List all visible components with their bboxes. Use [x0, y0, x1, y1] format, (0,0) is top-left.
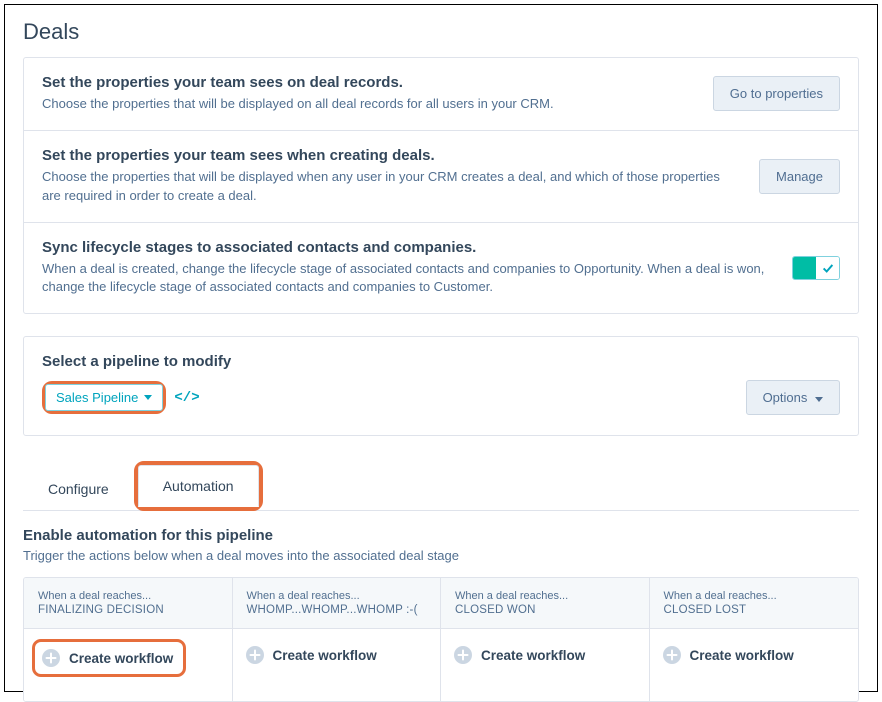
stage-name: FINALIZING DECISION — [38, 604, 218, 616]
stage-column: When a deal reaches... CLOSED WON Create… — [441, 578, 650, 701]
stage-when-label: When a deal reaches... — [247, 590, 427, 602]
page-title: Deals — [23, 19, 859, 45]
create-workflow-button[interactable]: Create workflow — [41, 648, 173, 668]
stage-column: When a deal reaches... FINALIZING DECISI… — [24, 578, 233, 701]
card-title: Set the properties your team sees when c… — [42, 147, 735, 164]
code-icon[interactable]: </> — [174, 390, 199, 406]
stage-column: When a deal reaches... WHOMP...WHOMP...W… — [233, 578, 442, 701]
stage-header: When a deal reaches... FINALIZING DECISI… — [24, 578, 232, 629]
check-icon — [821, 261, 835, 275]
plus-circle-icon — [245, 645, 265, 665]
highlight-pipeline-select: Sales Pipeline — [42, 381, 166, 414]
stage-header: When a deal reaches... CLOSED LOST — [650, 578, 859, 629]
card-title: Set the properties your team sees on dea… — [42, 74, 689, 91]
options-button[interactable]: Options — [746, 380, 840, 415]
stage-when-label: When a deal reaches... — [455, 590, 635, 602]
highlight-create-workflow: Create workflow — [32, 639, 186, 677]
create-workflow-label: Create workflow — [690, 648, 794, 663]
plus-circle-icon — [453, 645, 473, 665]
create-workflow-button[interactable]: Create workflow — [662, 645, 794, 665]
card-sync-lifecycle: Sync lifecycle stages to associated cont… — [24, 223, 858, 314]
chevron-down-icon — [815, 397, 823, 402]
pipeline-section-title: Select a pipeline to modify — [42, 353, 840, 370]
stage-when-label: When a deal reaches... — [664, 590, 845, 602]
create-workflow-button[interactable]: Create workflow — [453, 645, 585, 665]
plus-circle-icon — [41, 648, 61, 668]
card-desc: Choose the properties that will be displ… — [42, 168, 735, 206]
card-title: Sync lifecycle stages to associated cont… — [42, 239, 768, 256]
tab-automation[interactable]: Automation — [138, 465, 259, 507]
card-desc: Choose the properties that will be displ… — [42, 95, 689, 114]
stage-name: CLOSED LOST — [664, 604, 845, 616]
tabs: Configure Automation — [23, 460, 859, 511]
pipeline-select[interactable]: Sales Pipeline — [45, 384, 163, 411]
automation-section-title: Enable automation for this pipeline — [23, 527, 859, 544]
sync-lifecycle-toggle[interactable] — [792, 256, 840, 280]
pipeline-select-label: Sales Pipeline — [56, 390, 138, 405]
chevron-down-icon — [144, 395, 152, 400]
stage-name: WHOMP...WHOMP...WHOMP :-( — [247, 604, 427, 616]
stage-header: When a deal reaches... WHOMP...WHOMP...W… — [233, 578, 441, 629]
stage-grid: When a deal reaches... FINALIZING DECISI… — [23, 577, 859, 702]
create-workflow-label: Create workflow — [69, 651, 173, 666]
create-workflow-label: Create workflow — [481, 648, 585, 663]
tab-configure[interactable]: Configure — [23, 466, 134, 511]
card-record-properties: Set the properties your team sees on dea… — [24, 58, 858, 131]
card-create-properties: Set the properties your team sees when c… — [24, 131, 858, 223]
stage-when-label: When a deal reaches... — [38, 590, 218, 602]
pipeline-card: Select a pipeline to modify Sales Pipeli… — [23, 336, 859, 436]
manage-button[interactable]: Manage — [759, 159, 840, 194]
plus-circle-icon — [662, 645, 682, 665]
card-desc: When a deal is created, change the lifec… — [42, 260, 768, 298]
create-workflow-label: Create workflow — [273, 648, 377, 663]
stage-header: When a deal reaches... CLOSED WON — [441, 578, 649, 629]
create-workflow-button[interactable]: Create workflow — [245, 645, 377, 665]
options-label: Options — [763, 390, 808, 405]
automation-section-desc: Trigger the actions below when a deal mo… — [23, 548, 859, 563]
stage-column: When a deal reaches... CLOSED LOST Creat… — [650, 578, 859, 701]
settings-cards: Set the properties your team sees on dea… — [23, 57, 859, 314]
highlight-tab-automation: Automation — [134, 461, 263, 511]
go-to-properties-button[interactable]: Go to properties — [713, 76, 840, 111]
stage-name: CLOSED WON — [455, 604, 635, 616]
